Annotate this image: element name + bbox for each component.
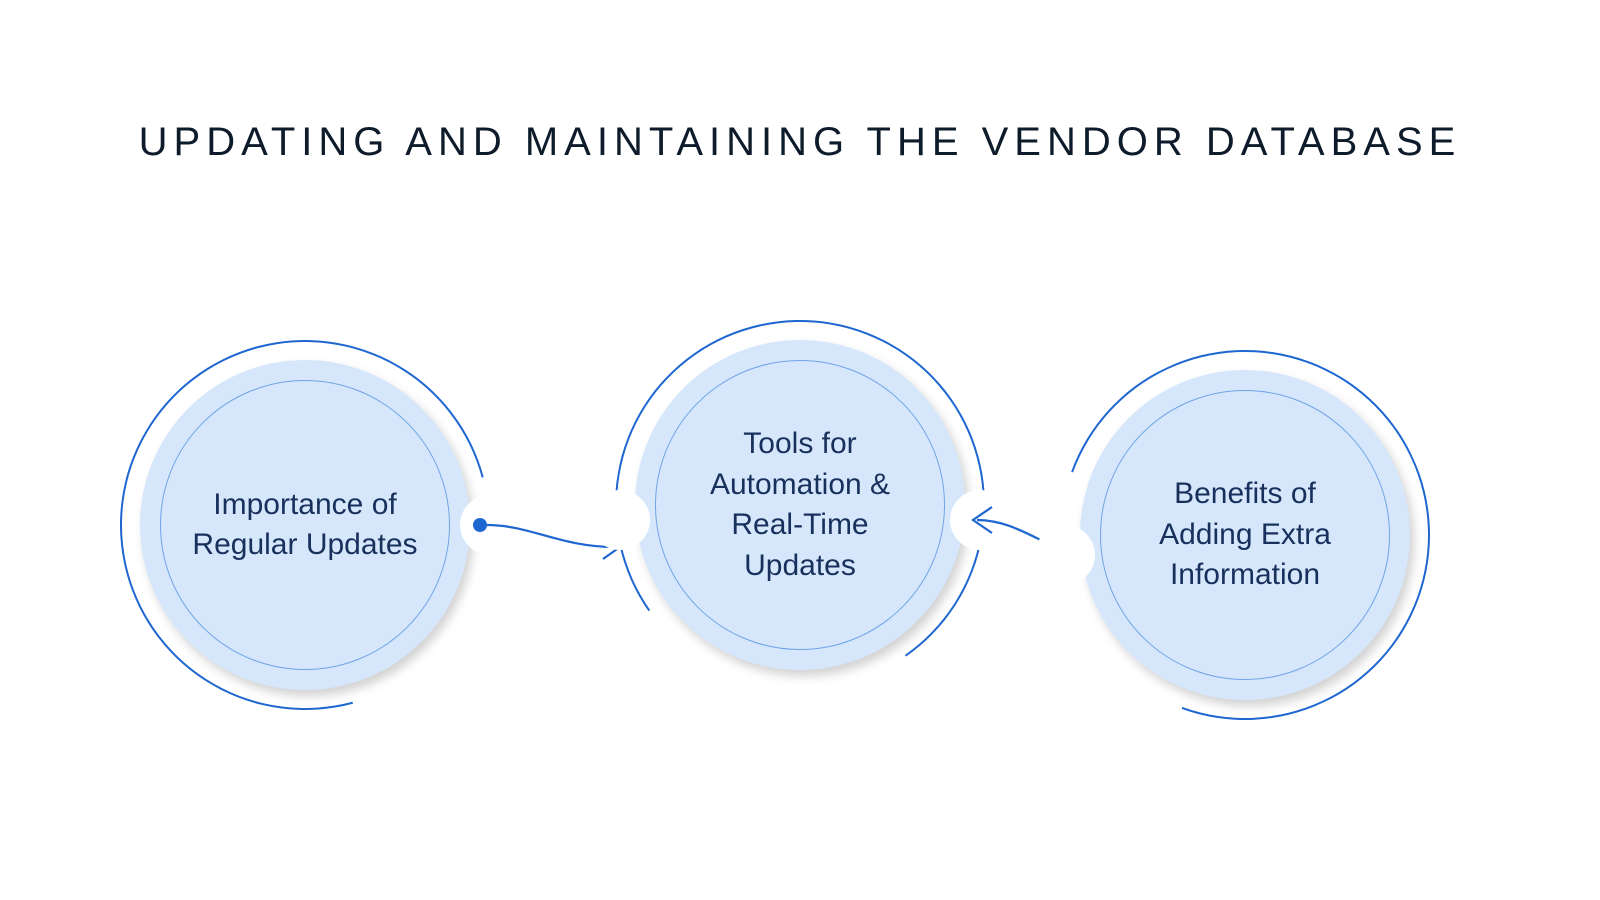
node-importance: Importance of Regular Updates [120, 340, 490, 710]
node-label: Importance of Regular Updates [160, 380, 450, 670]
connector-dot [473, 518, 487, 532]
node-label: Benefits of Adding Extra Information [1100, 390, 1390, 680]
node-label: Tools for Automation & Real-Time Updates [655, 360, 945, 650]
diagram-stage: Importance of Regular Updates Tools for … [0, 320, 1600, 740]
notch-left [590, 490, 650, 550]
node-tools: Tools for Automation & Real-Time Updates [615, 320, 985, 690]
diagram-title: UPDATING AND MAINTAINING THE VENDOR DATA… [0, 120, 1600, 165]
notch-left [1035, 525, 1095, 585]
node-benefits: Benefits of Adding Extra Information [1060, 350, 1430, 720]
